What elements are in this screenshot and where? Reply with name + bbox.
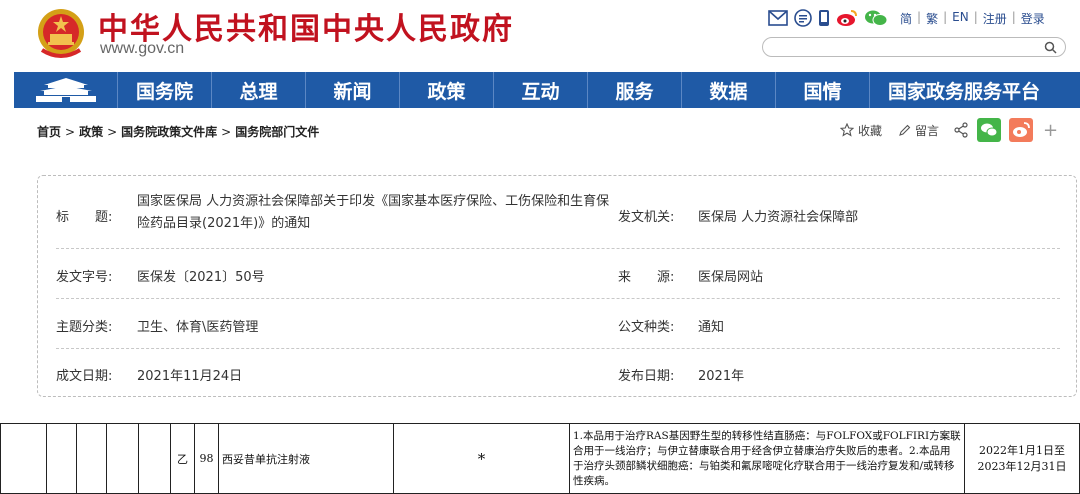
- nav-interaction[interactable]: 互动: [494, 72, 588, 108]
- nav-national-conditions[interactable]: 国情: [776, 72, 870, 108]
- topic-value: 卫生、体育\医药管理: [137, 320, 259, 335]
- drug-list-table: 乙 98 西妥昔单抗注射液 * 1.本品用于治疗RAS基因野生型的转移性结直肠癌…: [0, 423, 1080, 494]
- weibo-share-icon[interactable]: [1009, 118, 1034, 142]
- comment-button[interactable]: 留言: [898, 122, 939, 139]
- nav-home[interactable]: [14, 72, 118, 108]
- breadcrumb-dept-documents[interactable]: 国务院部门文件: [235, 125, 319, 139]
- table-row: 乙 98 西妥昔单抗注射液 * 1.本品用于治疗RAS基因野生型的转移性结直肠癌…: [0, 423, 1080, 494]
- info-row-dates: 成文日期: 2021年11月24日 发布日期: 2021年: [56, 349, 1060, 397]
- search-box: [762, 37, 1066, 59]
- share-icon[interactable]: [953, 122, 969, 138]
- breadcrumb-home[interactable]: 首页: [37, 125, 61, 139]
- search-icon[interactable]: [1044, 41, 1057, 54]
- search-input[interactable]: [773, 41, 1043, 59]
- nav-gov-service-platform[interactable]: 国家政务服务平台: [870, 72, 1076, 108]
- remarks-cell: 1.本品用于治疗RAS基因野生型的转移性结直肠癌：与FOLFOX或FOLFIRI…: [569, 423, 965, 494]
- info-row-title: 标 题: 国家医保局 人力资源社会保障部关于印发《国家基本医疗保险、工伤保险和生…: [56, 176, 1060, 249]
- star-icon: [840, 123, 854, 137]
- doc-no-label: 发文字号:: [56, 270, 113, 285]
- nav-state-council[interactable]: 国务院: [118, 72, 212, 108]
- type-value: 通知: [698, 320, 725, 335]
- top-links: 简 | 繁 | EN | 注册 | 登录: [900, 10, 1045, 27]
- source-value: 医保局网站: [698, 270, 764, 285]
- nav-policy[interactable]: 政策: [400, 72, 494, 108]
- link-traditional[interactable]: 繁: [926, 10, 938, 27]
- source-label: 来 源:: [618, 270, 675, 285]
- site-header: 中华人民共和国中央人民政府 www.gov.cn 简 | 繁 | EN | 注册 | 登…: [0, 0, 1080, 70]
- doc-no-value: 医保发〔2021〕50号: [137, 270, 265, 285]
- written-date-value: 2021年11月24日: [137, 369, 243, 384]
- published-date-value: 2021年: [698, 369, 745, 384]
- issuer-label: 发文机关:: [618, 210, 675, 225]
- category-cell: 乙: [170, 423, 195, 494]
- published-date-label: 发布日期:: [618, 369, 675, 384]
- pen-icon: [899, 124, 911, 136]
- top-icon-bar: [768, 8, 888, 28]
- nav-premier[interactable]: 总理: [212, 72, 306, 108]
- written-date-label: 成文日期:: [56, 369, 113, 384]
- link-english[interactable]: EN: [952, 10, 969, 27]
- national-emblem-icon[interactable]: [36, 6, 86, 60]
- breadcrumb-policy-library[interactable]: 国务院政策文件库: [121, 125, 217, 139]
- nav-news[interactable]: 新闻: [306, 72, 400, 108]
- title-label: 标 题:: [56, 210, 113, 225]
- breadcrumb-policy[interactable]: 政策: [79, 125, 103, 139]
- mark-cell: *: [393, 423, 570, 494]
- site-url[interactable]: www.gov.cn: [100, 40, 184, 58]
- comment-label: 留言: [915, 123, 940, 138]
- wechat-share-icon[interactable]: [977, 118, 1002, 142]
- title-value: 国家医保局 人力资源社会保障部关于印发《国家基本医疗保险、工伤保险和生育保险药品…: [137, 194, 610, 231]
- main-nav: 国务院 总理 新闻 政策 互动 服务 数据 国情 国家政务服务平台: [14, 72, 1080, 108]
- validity-cell: 2022年1月1日至2023年12月31日: [964, 423, 1080, 494]
- favorite-label: 收藏: [858, 123, 883, 138]
- rss-icon[interactable]: [794, 9, 812, 27]
- share-toolbar: 收藏 留言 +: [840, 118, 1058, 142]
- link-simplified[interactable]: 简: [900, 10, 912, 27]
- tiananmen-icon: [35, 78, 96, 102]
- number-cell: 98: [194, 423, 219, 494]
- nav-services[interactable]: 服务: [588, 72, 682, 108]
- favorite-button[interactable]: 收藏: [840, 122, 882, 139]
- drug-name-cell: 西妥昔单抗注射液: [218, 423, 394, 494]
- info-row-docno: 发文字号: 医保发〔2021〕50号 来 源: 医保局网站: [56, 249, 1060, 299]
- nav-data[interactable]: 数据: [682, 72, 776, 108]
- weibo-icon[interactable]: [836, 9, 858, 27]
- info-row-topic: 主题分类: 卫生、体育\医药管理 公文种类: 通知: [56, 299, 1060, 349]
- document-info-panel: 标 题: 国家医保局 人力资源社会保障部关于印发《国家基本医疗保险、工伤保险和生…: [37, 175, 1077, 397]
- mail-icon[interactable]: [768, 10, 788, 26]
- breadcrumb: 首页 > 政策 > 国务院政策文件库 > 国务院部门文件: [37, 125, 320, 139]
- more-share-icon[interactable]: +: [1043, 120, 1058, 141]
- type-label: 公文种类:: [618, 320, 675, 335]
- wechat-icon[interactable]: [864, 9, 888, 27]
- topic-label: 主题分类:: [56, 320, 113, 335]
- link-register[interactable]: 注册: [983, 10, 1007, 27]
- issuer-value: 医保局 人力资源社会保障部: [698, 210, 859, 225]
- link-login[interactable]: 登录: [1021, 10, 1045, 27]
- mobile-icon[interactable]: [818, 9, 830, 27]
